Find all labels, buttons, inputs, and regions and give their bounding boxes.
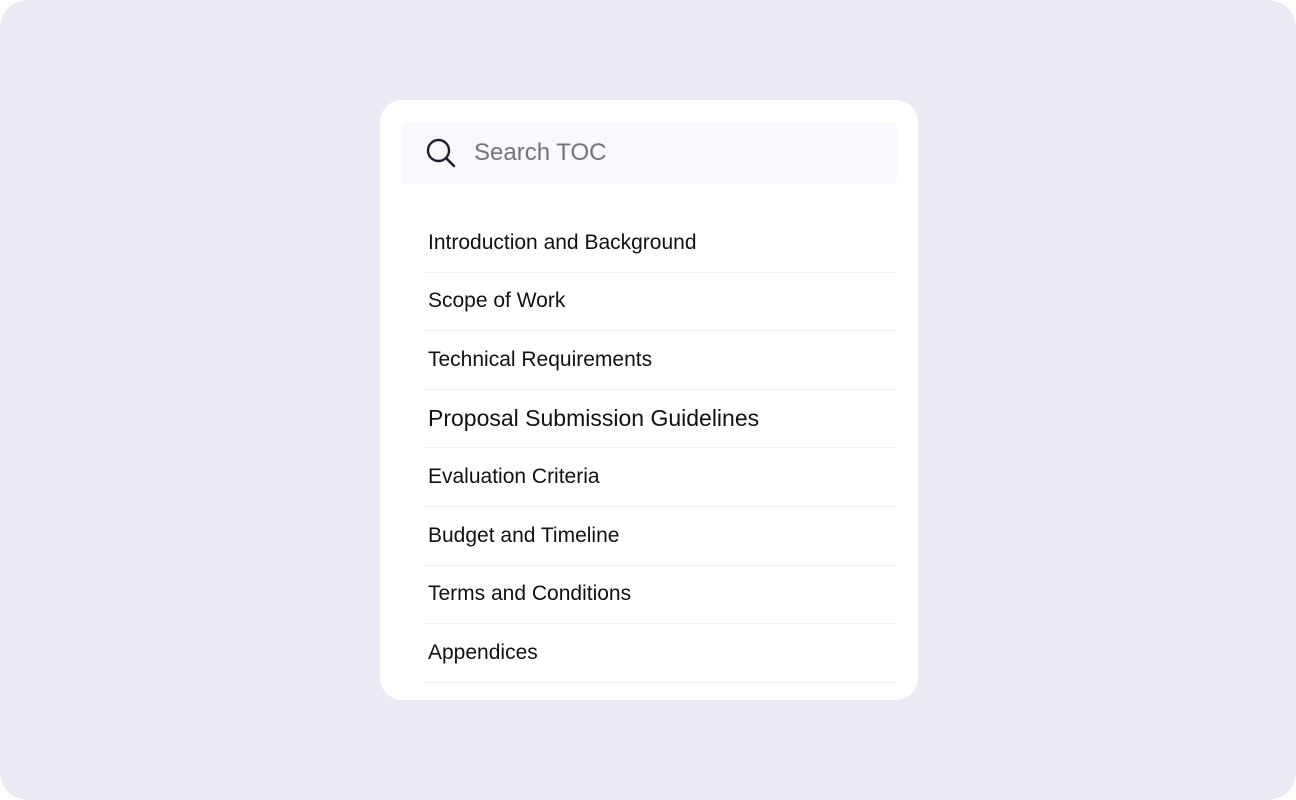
toc-item-label: Terms and Conditions [428, 582, 632, 606]
toc-item-label: Proposal Submission Guidelines [428, 405, 760, 432]
toc-item-proposal-submission-guidelines[interactable]: Proposal Submission Guidelines [424, 390, 896, 449]
toc-list: Introduction and Background Scope of Wor… [424, 214, 896, 683]
toc-item-evaluation-criteria[interactable]: Evaluation Criteria [424, 448, 896, 507]
search-icon [425, 137, 457, 169]
toc-item-label: Technical Requirements [428, 347, 653, 371]
toc-item-label: Scope of Work [428, 289, 566, 313]
toc-panel: Introduction and Background Scope of Wor… [380, 100, 918, 700]
toc-item-label: Budget and Timeline [428, 523, 620, 547]
toc-item-terms-and-conditions[interactable]: Terms and Conditions [424, 566, 896, 625]
search-box[interactable] [401, 122, 897, 184]
toc-item-label: Evaluation Criteria [428, 465, 600, 489]
toc-item-introduction-and-background[interactable]: Introduction and Background [424, 214, 896, 273]
toc-item-technical-requirements[interactable]: Technical Requirements [424, 331, 896, 390]
toc-item-appendices[interactable]: Appendices [424, 624, 896, 683]
toc-item-label: Introduction and Background [428, 230, 697, 254]
toc-item-budget-and-timeline[interactable]: Budget and Timeline [424, 507, 896, 566]
toc-item-label: Appendices [428, 640, 538, 664]
app-background: Introduction and Background Scope of Wor… [0, 0, 1296, 800]
toc-item-scope-of-work[interactable]: Scope of Work [424, 273, 896, 332]
search-input[interactable] [474, 139, 874, 167]
